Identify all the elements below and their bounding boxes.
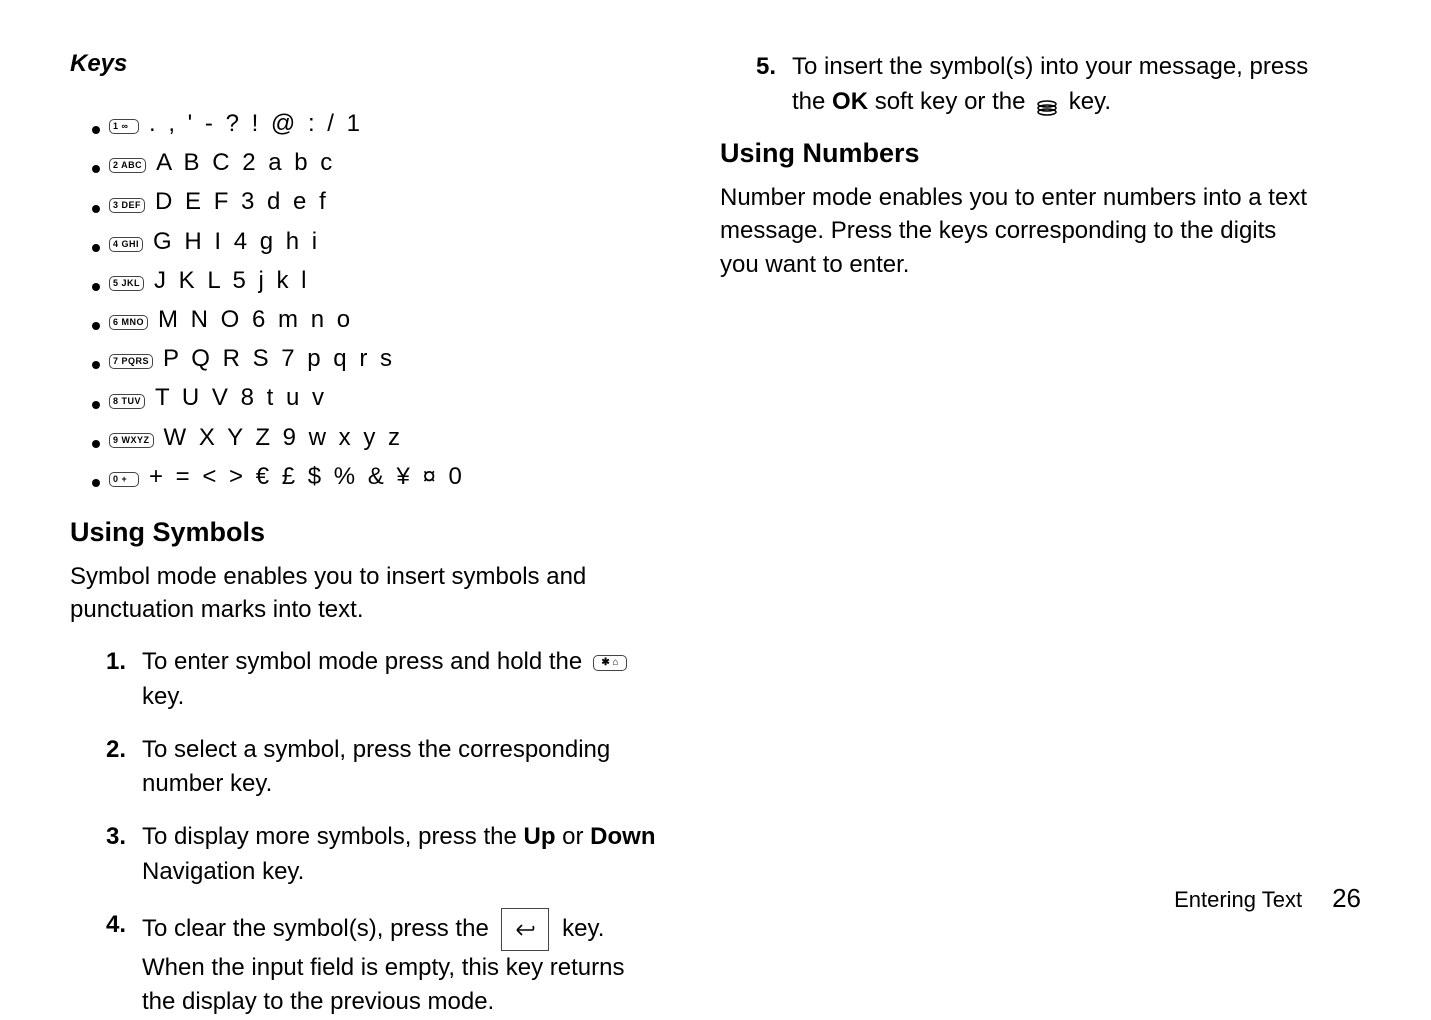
step-text: To clear the symbol(s), press the — [142, 915, 495, 942]
step-number: 4. — [106, 908, 142, 943]
key-chars: W X Y Z 9 w x y z — [164, 422, 403, 453]
bullet-icon — [92, 165, 100, 173]
bullet-icon — [92, 440, 100, 448]
numbers-para: Number mode enables you to enter numbers… — [720, 181, 1310, 282]
bullet-icon — [92, 244, 100, 252]
bullet-icon — [92, 361, 100, 369]
key-chars: M N O 6 m n o — [158, 304, 353, 335]
key-row-0: 0 + + = < > € £ $ % & ¥ ¤ 0 — [92, 461, 660, 492]
step-number: 2. — [106, 733, 142, 768]
step-3: 3. To display more symbols, press the Up… — [106, 820, 660, 890]
key-row-6: 6 MNO M N O 6 m n o — [92, 304, 660, 335]
step-number: 5. — [756, 50, 792, 85]
page-footer: Entering Text 26 — [1174, 883, 1361, 914]
left-column: Keys 1 ∞ . , ' - ? ! @ : / 1 2 ABC A B C… — [70, 50, 660, 954]
step-text: key. — [142, 683, 184, 710]
footer-section: Entering Text — [1174, 887, 1302, 913]
bullet-icon — [92, 283, 100, 291]
keycap-1-icon: 1 ∞ — [109, 119, 139, 134]
keycap-3-icon: 3 DEF — [109, 198, 145, 213]
ok-label: OK — [832, 88, 868, 115]
keycap-9-icon: 9 WXYZ — [109, 433, 154, 448]
up-label: Up — [523, 823, 555, 850]
star-key-icon: ✱ ⌂ — [593, 655, 627, 671]
step-1: 1. To enter symbol mode press and hold t… — [106, 645, 660, 715]
clear-key-icon — [501, 908, 549, 951]
key-chars: P Q R S 7 p q r s — [163, 343, 395, 374]
key-chars: J K L 5 j k l — [154, 265, 309, 296]
key-row-9: 9 WXYZ W X Y Z 9 w x y z — [92, 422, 660, 453]
key-chars: . , ' - ? ! @ : / 1 — [149, 108, 363, 139]
step-4: 4. To clear the symbol(s), press the key… — [106, 908, 660, 1020]
symbols-steps: 1. To enter symbol mode press and hold t… — [106, 645, 660, 1020]
key-row-2: 2 ABC A B C 2 a b c — [92, 147, 660, 178]
keycap-4-icon: 4 GHI — [109, 237, 143, 252]
key-chars: T U V 8 t u v — [155, 382, 327, 413]
key-chars: + = < > € £ $ % & ¥ ¤ 0 — [149, 461, 465, 492]
symbols-intro: Symbol mode enables you to insert symbol… — [70, 560, 660, 627]
step-2: 2. To select a symbol, press the corresp… — [106, 733, 660, 803]
using-numbers-heading: Using Numbers — [720, 138, 1310, 169]
step-text: To enter symbol mode press and hold the — [142, 648, 589, 675]
step-text: Navigation key. — [142, 858, 304, 885]
bullet-icon — [92, 126, 100, 134]
key-row-1: 1 ∞ . , ' - ? ! @ : / 1 — [92, 108, 660, 139]
key-row-5: 5 JKL J K L 5 j k l — [92, 265, 660, 296]
step-text: To display more symbols, press the — [142, 823, 523, 850]
keycap-7-icon: 7 PQRS — [109, 354, 153, 369]
keys-list: 1 ∞ . , ' - ? ! @ : / 1 2 ABC A B C 2 a … — [92, 108, 660, 492]
step-number: 3. — [106, 820, 142, 855]
bullet-icon — [92, 322, 100, 330]
key-chars: D E F 3 d e f — [155, 186, 329, 217]
key-chars: G H I 4 g h i — [153, 226, 320, 257]
keycap-8-icon: 8 TUV — [109, 394, 145, 409]
key-row-4: 4 GHI G H I 4 g h i — [92, 226, 660, 257]
step-text: or — [555, 823, 590, 850]
keycap-0-icon: 0 + — [109, 472, 139, 487]
bullet-icon — [92, 205, 100, 213]
footer-page-number: 26 — [1332, 883, 1361, 914]
bullet-icon — [92, 479, 100, 487]
symbols-steps-cont: 5. To insert the symbol(s) into your mes… — [756, 50, 1310, 120]
key-row-3: 3 DEF D E F 3 d e f — [92, 186, 660, 217]
keycap-5-icon: 5 JKL — [109, 276, 144, 291]
step-text: key. — [1069, 88, 1111, 115]
key-row-7: 7 PQRS P Q R S 7 p q r s — [92, 343, 660, 374]
spin-key-icon — [1036, 93, 1058, 111]
step-text: soft key or the — [868, 88, 1032, 115]
keycap-6-icon: 6 MNO — [109, 315, 148, 330]
key-chars: A B C 2 a b c — [156, 147, 335, 178]
key-row-8: 8 TUV T U V 8 t u v — [92, 382, 660, 413]
keys-heading: Keys — [70, 50, 660, 78]
keycap-2-icon: 2 ABC — [109, 158, 146, 173]
right-column: 5. To insert the symbol(s) into your mes… — [720, 50, 1310, 954]
down-label: Down — [590, 823, 655, 850]
step-number: 1. — [106, 645, 142, 680]
bullet-icon — [92, 401, 100, 409]
step-text: To select a symbol, press the correspond… — [142, 733, 660, 803]
step-5: 5. To insert the symbol(s) into your mes… — [756, 50, 1310, 120]
using-symbols-heading: Using Symbols — [70, 517, 660, 548]
